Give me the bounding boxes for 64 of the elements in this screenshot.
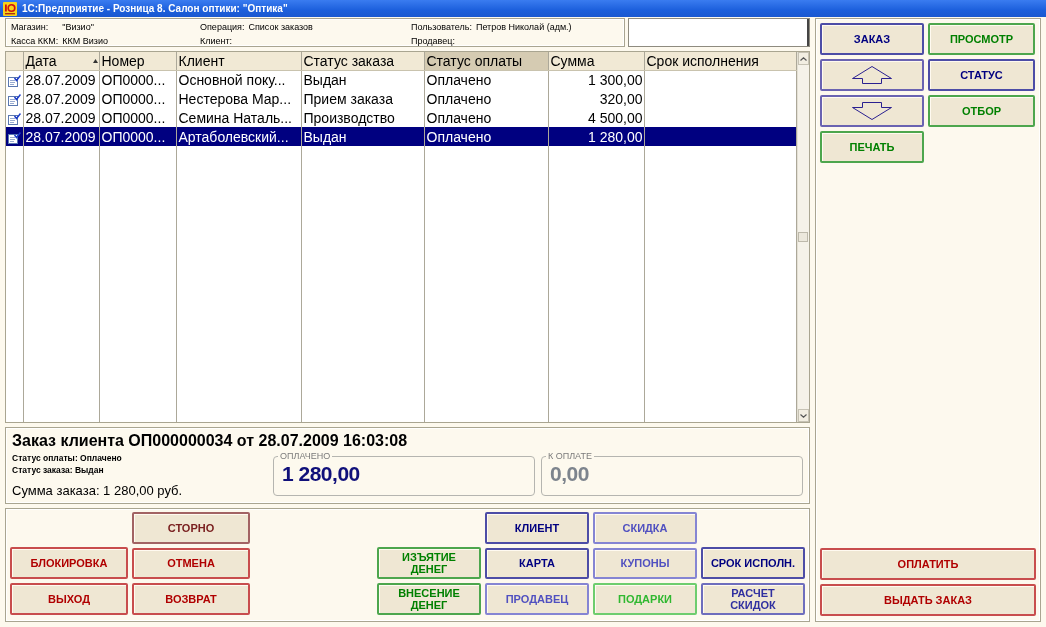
document-check-icon: [7, 112, 21, 125]
chevron-up-icon: [800, 56, 807, 61]
document-check-icon: [7, 75, 21, 88]
input-field[interactable]: [628, 18, 810, 47]
field-label: Магазин:: [11, 22, 50, 33]
table-row[interactable]: 28.07.2009 ОП0000... Артаболевский... Выдан Оплачено 1 280,00: [6, 127, 796, 146]
field-value: Список заказов: [248, 22, 314, 33]
action-button[interactable]: ИЗЪЯТИЕ ДЕНЕГ: [377, 547, 481, 579]
field-label: Продавец:: [411, 36, 456, 47]
sort-arrow-icon: [92, 58, 98, 63]
table-row[interactable]: 28.07.2009 ОП0000... Семина Наталь... Производство Оплачено 4 500,00: [6, 108, 796, 127]
column-header[interactable]: Статус оплаты: [424, 52, 548, 70]
order-title: Заказ клиента ОП000000034 от 28.07.2009 16:03:08: [12, 431, 409, 450]
status-text: Статус оплаты: Оплачено: [12, 452, 123, 464]
action-button[interactable]: ПРОСМОТР: [928, 23, 1035, 55]
action-button[interactable]: СТАТУС: [928, 59, 1035, 91]
action-button[interactable]: ВЫДАТЬ ЗАКАЗ: [820, 584, 1036, 616]
action-button[interactable]: СТОРНО: [132, 512, 250, 544]
scrollbar-thumb[interactable]: [798, 232, 808, 242]
action-button[interactable]: ЗАКАЗ: [820, 23, 924, 55]
document-check-icon: [7, 93, 21, 106]
column-header[interactable]: Статус заказа: [301, 52, 424, 70]
scroll-up-button[interactable]: [798, 52, 809, 65]
up-arrow-button[interactable]: [820, 59, 924, 91]
action-button[interactable]: ОТБОР: [928, 95, 1035, 127]
action-button[interactable]: ОТМЕНА: [132, 547, 250, 580]
column-header[interactable]: Клиент: [176, 52, 301, 70]
field-value: "Визио": [62, 22, 95, 33]
action-button[interactable]: ПРОДАВЕЦ: [485, 583, 589, 615]
action-button[interactable]: БЛОКИРОВКА: [10, 547, 128, 579]
action-button[interactable]: КУПОНЫ: [593, 547, 697, 580]
action-button[interactable]: КАРТА: [485, 547, 589, 580]
action-button[interactable]: ВОЗВРАТ: [132, 583, 250, 615]
field-label: Операция:: [200, 22, 245, 33]
chevron-down-icon: [800, 413, 807, 418]
column-header[interactable]: Срок исполнения: [644, 52, 796, 70]
document-check-icon: [7, 131, 21, 144]
status-text: Статус заказа: Выдан: [12, 464, 105, 476]
amount-value: 0,00: [550, 461, 590, 486]
field-label: К ОПЛАТЕ: [547, 452, 593, 461]
column-header[interactable]: Дата: [23, 52, 99, 70]
order-total: Сумма заказа: 1 280,00 руб.: [12, 483, 184, 499]
field-label: Клиент:: [200, 36, 234, 47]
action-button[interactable]: РАСЧЕТ СКИДОК: [701, 583, 805, 615]
action-button[interactable]: КЛИЕНТ: [485, 512, 589, 544]
down-arrow-button[interactable]: [820, 95, 924, 127]
action-button[interactable]: ВНЕСЕНИЕ ДЕНЕГ: [377, 583, 481, 615]
action-button[interactable]: ВЫХОД: [10, 583, 128, 615]
field-label: ОПЛАЧЕНО: [279, 452, 332, 461]
field-value: Петров Николай (адм.): [475, 22, 572, 33]
action-button[interactable]: СКИДКА: [593, 512, 697, 544]
scroll-down-button[interactable]: [798, 409, 809, 422]
field-value: ККМ Визио: [62, 36, 109, 47]
table-row[interactable]: 28.07.2009 ОП0000... Нестерова Мар... Прием заказа Оплачено 320,00: [6, 89, 796, 108]
action-button[interactable]: ОПЛАТИТЬ: [820, 548, 1036, 580]
action-button[interactable]: СРОК ИСПОЛН.: [701, 547, 805, 579]
column-header[interactable]: Сумма: [548, 52, 644, 70]
amount-value: 1 280,00: [282, 461, 361, 486]
field-label: Пользователь:: [411, 22, 472, 33]
app-logo-icon: [3, 1, 17, 16]
window-title: 1С:Предприятие - Розница 8. Салон оптики: "Оптика": [22, 2, 288, 16]
action-button[interactable]: ПЕЧАТЬ: [820, 131, 924, 163]
column-header[interactable]: Номер: [99, 52, 176, 70]
field-label: Касса ККМ:: [11, 36, 59, 47]
